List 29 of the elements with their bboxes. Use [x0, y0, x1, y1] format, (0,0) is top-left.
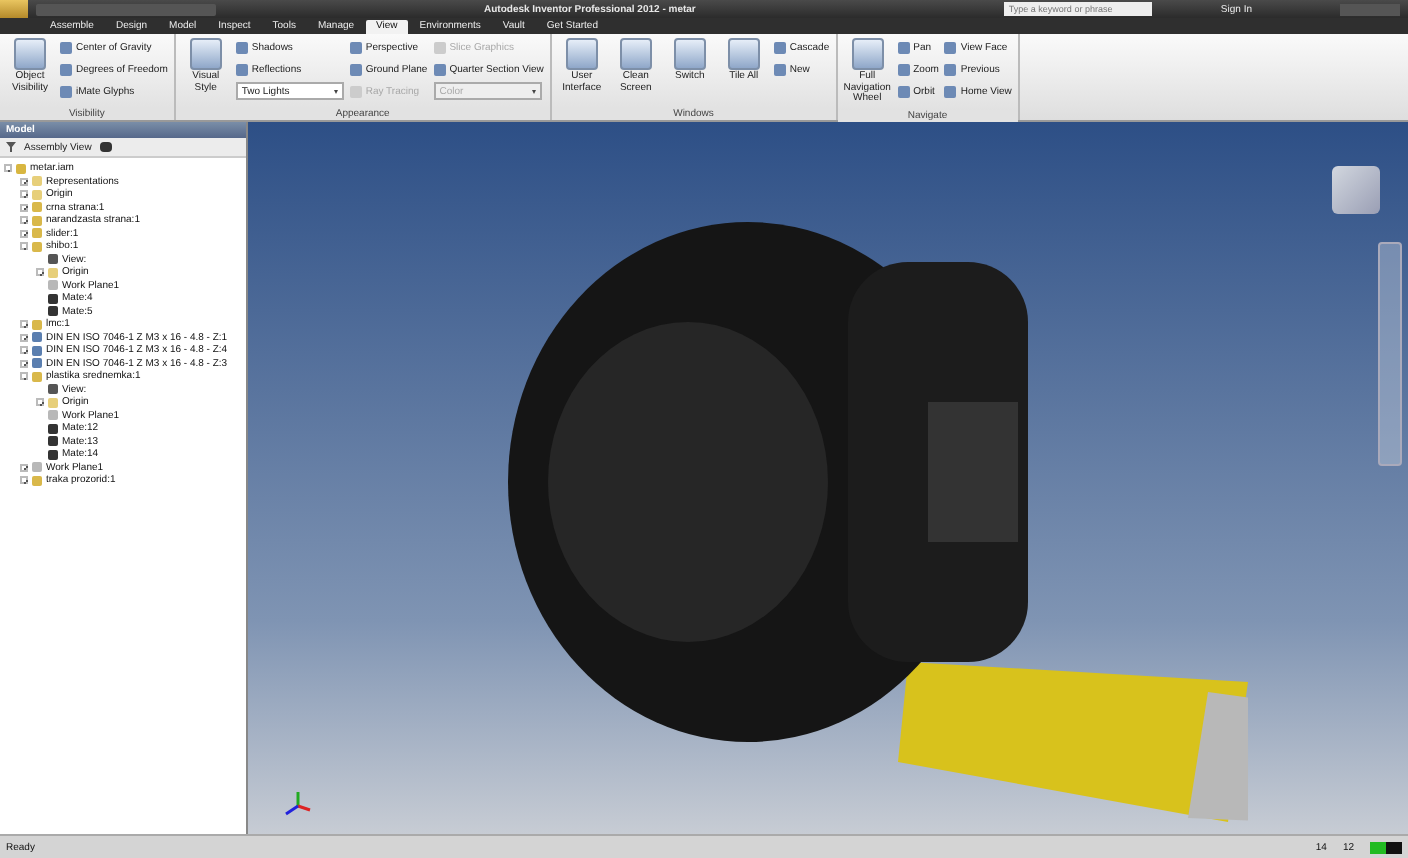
expand-toggle-icon[interactable]: [20, 177, 28, 186]
status-indicator-icon: [1370, 841, 1402, 853]
tool-icon: [851, 38, 884, 70]
tool-icon: [727, 38, 760, 70]
node-icon: [16, 163, 26, 174]
axis-triad-icon: [284, 790, 312, 818]
expand-toggle-icon[interactable]: [20, 333, 28, 342]
caret-icon: [333, 89, 338, 93]
filter-icon[interactable]: [6, 142, 16, 152]
expand-toggle-icon[interactable]: [20, 216, 28, 225]
tool-icon: [673, 38, 706, 70]
expand-toggle-icon[interactable]: [20, 463, 28, 472]
tool-icon: [14, 38, 46, 70]
expand-toggle-icon[interactable]: [36, 398, 44, 407]
expand-toggle-icon[interactable]: [36, 268, 44, 277]
expand-toggle-icon[interactable]: [20, 372, 28, 381]
expand-toggle-icon[interactable]: [20, 229, 28, 238]
expand-toggle-icon[interactable]: [20, 320, 28, 329]
expand-toggle-icon[interactable]: [20, 359, 28, 368]
expand-toggle-icon[interactable]: [20, 203, 28, 212]
expand-toggle-icon[interactable]: [20, 242, 28, 251]
expand-toggle-icon[interactable]: [20, 476, 28, 485]
tool-icon: [565, 38, 598, 70]
tool-icon: [189, 38, 222, 70]
tool-icon: [619, 38, 652, 70]
expand-toggle-icon[interactable]: [4, 164, 12, 173]
expand-toggle-icon[interactable]: [20, 346, 28, 355]
expand-toggle-icon[interactable]: [20, 190, 28, 199]
caret-icon: [531, 89, 536, 93]
